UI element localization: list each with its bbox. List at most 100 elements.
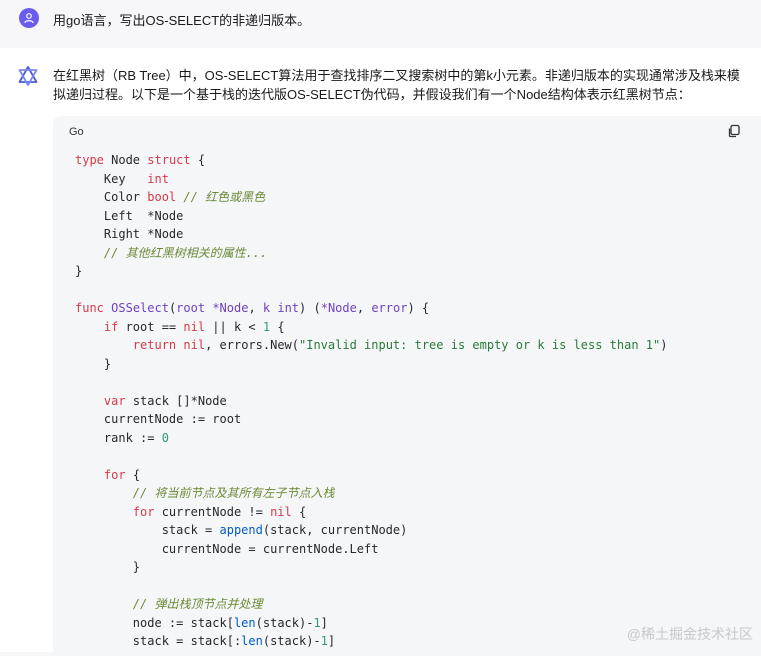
code-line: // 弹出栈顶节点并处理 bbox=[75, 595, 667, 614]
code-token: bool bbox=[147, 190, 177, 204]
user-message-row: 用go语言，写出OS-SELECT的非递归版本。 bbox=[0, 0, 761, 40]
code-token: for bbox=[103, 467, 126, 482]
user-message-text: 用go语言，写出OS-SELECT的非递归版本。 bbox=[53, 13, 311, 28]
code-line: } bbox=[75, 558, 667, 577]
code-line: ​ bbox=[75, 447, 667, 466]
code-token: (stack, currentNode) bbox=[262, 523, 408, 537]
code-token: return bbox=[132, 338, 177, 352]
code-token: // 红色或黑色 bbox=[183, 190, 266, 204]
code-token: nil bbox=[183, 319, 206, 334]
code-token: (stack)- bbox=[255, 615, 314, 630]
code-line: // 其他红黑树相关的属性... bbox=[75, 244, 667, 263]
code-line: Left *Node bbox=[75, 207, 667, 226]
code-token: int bbox=[277, 301, 300, 315]
code-line: var stack []*Node bbox=[75, 392, 667, 411]
code-line: stack = stack[:len(stack)-1] bbox=[75, 632, 667, 651]
user-avatar-icon bbox=[19, 8, 39, 28]
code-token: len bbox=[233, 615, 256, 630]
code-token: *Node bbox=[320, 301, 357, 315]
code-line: type Node struct { bbox=[75, 151, 667, 170]
code-token: (stack)- bbox=[262, 634, 321, 648]
code-token: type bbox=[75, 153, 104, 167]
code-token: { bbox=[291, 504, 307, 519]
code-token: currentNode = currentNode.Left bbox=[75, 541, 379, 556]
code-line: // 将当前节点及其所有左子节点入栈 bbox=[75, 484, 667, 503]
code-token: OSSelect bbox=[111, 301, 169, 315]
code-line: ​ bbox=[75, 281, 667, 300]
code-token: || k < bbox=[205, 319, 263, 334]
code-line: stack = append(stack, currentNode) bbox=[75, 521, 667, 540]
code-token: 1 bbox=[313, 615, 321, 630]
code-token: { bbox=[190, 153, 206, 167]
assistant-intro-text: 在红黑树（RB Tree）中，OS-SELECT算法用于查找排序二叉搜索树中的第… bbox=[53, 68, 740, 102]
code-token: "Invalid input: tree is empty or k is le… bbox=[299, 338, 661, 352]
code-line: for currentNode != nil { bbox=[75, 503, 667, 522]
code-token: , bbox=[356, 301, 372, 315]
code-token: , errors.New( bbox=[205, 338, 299, 352]
code-line: return nil, errors.New("Invalid input: t… bbox=[75, 336, 668, 355]
code-line: ​ bbox=[75, 577, 667, 596]
code-token: Node bbox=[103, 153, 148, 167]
code-token: ] bbox=[327, 634, 336, 648]
assistant-logo-icon bbox=[17, 65, 39, 87]
code-line: ​ bbox=[75, 373, 667, 392]
code-line: } bbox=[75, 355, 667, 374]
code-token: if bbox=[103, 319, 119, 334]
code-token: nil bbox=[270, 504, 292, 519]
code-token: ) bbox=[660, 338, 668, 352]
code-line: Color bool // 红色或黑色 bbox=[75, 188, 667, 207]
code-token: root bbox=[176, 301, 206, 315]
code-token: int bbox=[147, 171, 169, 186]
code-language-label: Go bbox=[69, 126, 84, 138]
code-line: node := stack[len(stack)-1] bbox=[75, 614, 667, 633]
code-token: Key bbox=[75, 171, 148, 186]
code-token: nil bbox=[183, 338, 206, 352]
code-token: { bbox=[125, 467, 141, 482]
code-line: currentNode = currentNode.Left bbox=[75, 540, 667, 559]
code-token: error bbox=[371, 301, 408, 315]
code-token: Right *Node bbox=[75, 227, 184, 241]
code-token: stack = bbox=[75, 523, 220, 537]
code-line: if root == nil || k < 1 { bbox=[75, 318, 667, 337]
code-token: node := stack[ bbox=[75, 615, 234, 630]
code-token: var bbox=[103, 393, 126, 408]
code-token: } bbox=[75, 356, 112, 371]
code-line: rank := 0 bbox=[75, 429, 667, 448]
code-token: // 将当前节点及其所有左子节点入栈 bbox=[132, 486, 335, 500]
code-line: } bbox=[75, 262, 667, 281]
code-token: *Node bbox=[212, 301, 249, 315]
code-line: func OSSelect(root *Node, k int) (*Node,… bbox=[75, 299, 667, 318]
code-token: root == bbox=[118, 319, 184, 334]
code-line: Right *Node bbox=[75, 225, 667, 244]
code-token: 1 bbox=[320, 634, 328, 648]
code-token: ) { bbox=[407, 301, 430, 315]
code-token: func bbox=[75, 301, 104, 315]
code-token: ] bbox=[320, 615, 328, 630]
code-token: , bbox=[248, 301, 263, 315]
code-line: for { bbox=[75, 466, 667, 485]
code-token: len bbox=[241, 634, 263, 648]
code-token: stack = stack[: bbox=[75, 634, 242, 648]
code-token: append bbox=[219, 523, 263, 537]
code-content: type Node struct { Key int Color bool //… bbox=[75, 151, 667, 651]
code-token: ) ( bbox=[299, 301, 321, 315]
code-token: rank := bbox=[75, 430, 162, 445]
code-token: } bbox=[75, 560, 141, 574]
watermark: @稀土掘金技术社区 bbox=[626, 626, 753, 642]
copy-icon[interactable] bbox=[727, 124, 741, 138]
code-token: { bbox=[270, 319, 285, 334]
code-token: // 其他红黑树相关的属性... bbox=[103, 245, 268, 260]
code-line: Key int bbox=[75, 170, 667, 189]
code-token: currentNode != bbox=[154, 504, 271, 519]
code-token: for bbox=[132, 504, 155, 519]
code-block: Go type Node struct { Key int Color bool… bbox=[53, 116, 761, 656]
code-token: } bbox=[75, 264, 83, 278]
code-token: Color bbox=[75, 190, 148, 204]
code-token: 0 bbox=[161, 430, 169, 445]
code-token: stack []*Node bbox=[125, 393, 227, 408]
